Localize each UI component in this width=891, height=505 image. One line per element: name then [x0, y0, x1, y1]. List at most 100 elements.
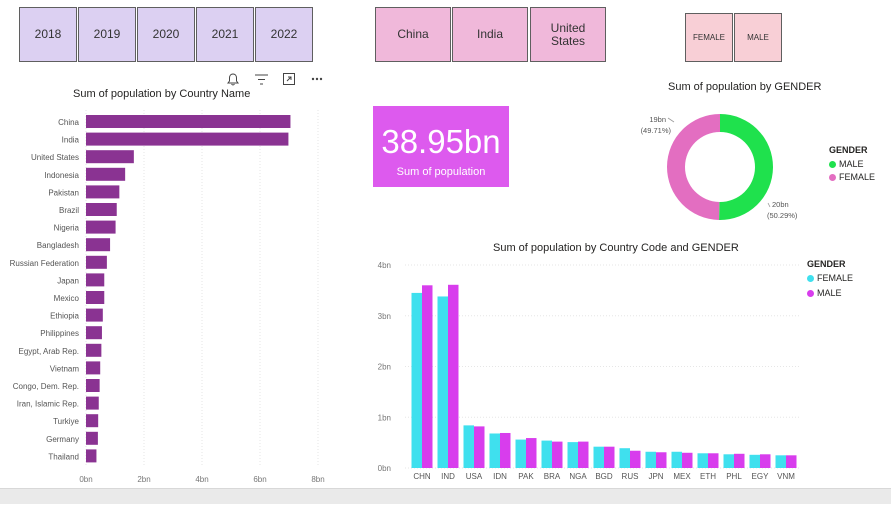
- category-label: MEX: [673, 472, 691, 481]
- y-tick-label: 0bn: [378, 464, 391, 473]
- gender-donut-title: Sum of population by GENDER: [668, 81, 822, 93]
- x-tick-label: 2bn: [137, 475, 150, 484]
- category-label: PHL: [726, 472, 742, 481]
- legend-label: MALE: [839, 159, 864, 169]
- category-label: Congo, Dem. Rep.: [13, 382, 79, 391]
- country-bar: [86, 414, 99, 428]
- column-male: [448, 284, 459, 468]
- column-female: [437, 296, 448, 468]
- female-pct-label: (49.71%): [641, 126, 672, 135]
- category-label: IDN: [493, 472, 507, 481]
- country-bar: [86, 220, 116, 234]
- category-label: Brazil: [59, 206, 79, 215]
- donut-slice-male: [719, 114, 774, 220]
- visual-header: [225, 71, 325, 87]
- category-label: Philippines: [40, 329, 79, 338]
- column-male: [786, 455, 797, 468]
- kpi-card: 38.95bn Sum of population: [373, 106, 509, 187]
- column-female: [645, 451, 656, 468]
- legend-label: FEMALE: [817, 273, 854, 283]
- category-label: Turkiye: [53, 417, 79, 426]
- gender-slicer-female[interactable]: FEMALE: [685, 13, 733, 62]
- column-female: [697, 453, 708, 468]
- category-label: Mexico: [54, 294, 80, 303]
- male-dot-icon: [829, 160, 836, 168]
- country-bar: [86, 308, 103, 322]
- category-label: IND: [441, 472, 455, 481]
- bell-icon[interactable]: [225, 71, 241, 87]
- y-tick-label: 4bn: [378, 261, 391, 270]
- more-options-icon[interactable]: [309, 71, 325, 87]
- category-label: Bangladesh: [37, 241, 79, 250]
- donut-legend-item-female[interactable]: FEMALE: [829, 172, 875, 182]
- year-slicer-2018[interactable]: 2018: [19, 7, 77, 62]
- code-gender-column-chart: 0bn 1bn 2bn 3bn 4bn CHN IND USA IDN PAK BRA NGA BGD R…: [378, 261, 800, 481]
- column-male: [578, 441, 589, 468]
- legend-label: MALE: [817, 288, 842, 298]
- column-legend-item-male[interactable]: MALE: [807, 288, 853, 298]
- year-slicer-2022[interactable]: 2022: [255, 7, 313, 62]
- category-label: Egypt, Arab Rep.: [19, 347, 79, 356]
- country-bar: [86, 150, 134, 164]
- bottom-scrollbar[interactable]: [0, 488, 891, 504]
- category-label: India: [62, 136, 80, 145]
- column-male: [656, 452, 667, 468]
- legend-label: FEMALE: [839, 172, 876, 182]
- donut-legend-item-male[interactable]: MALE: [829, 159, 875, 169]
- female-value-label: 19bn: [649, 115, 666, 124]
- country-bar: [86, 291, 105, 304]
- column-female: [671, 451, 682, 468]
- x-tick-label: 4bn: [195, 475, 208, 484]
- country-slicer-united-states[interactable]: United States: [530, 7, 606, 62]
- country-bar: [86, 343, 102, 357]
- column-female: [749, 454, 760, 468]
- category-label: Indonesia: [44, 171, 79, 180]
- x-tick-label: 6bn: [253, 475, 266, 484]
- category-label: Japan: [57, 276, 79, 285]
- country-slicer-india[interactable]: India: [452, 7, 528, 62]
- country-bar: [86, 273, 105, 287]
- column-male: [474, 426, 485, 468]
- column-legend-item-female[interactable]: FEMALE: [807, 273, 853, 283]
- column-male: [422, 285, 433, 468]
- category-label: EGY: [752, 472, 770, 481]
- country-chart-title: Sum of population by Country Name: [73, 88, 251, 100]
- country-bar: [86, 326, 102, 340]
- column-male: [526, 438, 537, 468]
- year-slicer-2020[interactable]: 2020: [137, 7, 195, 62]
- year-slicer-2021[interactable]: 2021: [196, 7, 254, 62]
- gender-slicer-male[interactable]: MALE: [734, 13, 782, 62]
- country-slicer-china[interactable]: China: [375, 7, 451, 62]
- category-label: PAK: [518, 472, 534, 481]
- column-male: [500, 432, 511, 468]
- country-bar: [86, 167, 126, 181]
- leader-line: [767, 202, 771, 208]
- column-female: [515, 439, 526, 468]
- country-bar: [86, 431, 98, 445]
- category-label: China: [58, 118, 79, 127]
- country-bar: [86, 185, 120, 199]
- column-legend: GENDER FEMALE MALE: [807, 259, 853, 301]
- column-male: [682, 452, 693, 468]
- column-female: [593, 446, 604, 468]
- column-legend-title: GENDER: [807, 259, 846, 269]
- category-label: Pakistan: [48, 188, 79, 197]
- column-male: [734, 453, 745, 468]
- column-female: [619, 448, 630, 468]
- donut-legend: GENDER MALE FEMALE: [829, 145, 875, 185]
- female-dot-icon: [829, 173, 836, 181]
- female-dot-icon: [807, 274, 814, 282]
- category-label: BRA: [544, 472, 561, 481]
- category-label: Thailand: [48, 452, 79, 461]
- focus-mode-icon[interactable]: [281, 71, 297, 87]
- year-slicer-2019[interactable]: 2019: [78, 7, 136, 62]
- filter-icon[interactable]: [253, 71, 269, 87]
- male-value-label: 20bn: [772, 200, 789, 209]
- donut-slice-female: [667, 114, 720, 220]
- category-label: Russian Federation: [10, 259, 79, 268]
- category-label: NGA: [569, 472, 587, 481]
- y-tick-label: 2bn: [378, 363, 391, 372]
- donut-legend-title: GENDER: [829, 145, 868, 155]
- category-label: RUS: [622, 472, 639, 481]
- category-label: VNM: [777, 472, 795, 481]
